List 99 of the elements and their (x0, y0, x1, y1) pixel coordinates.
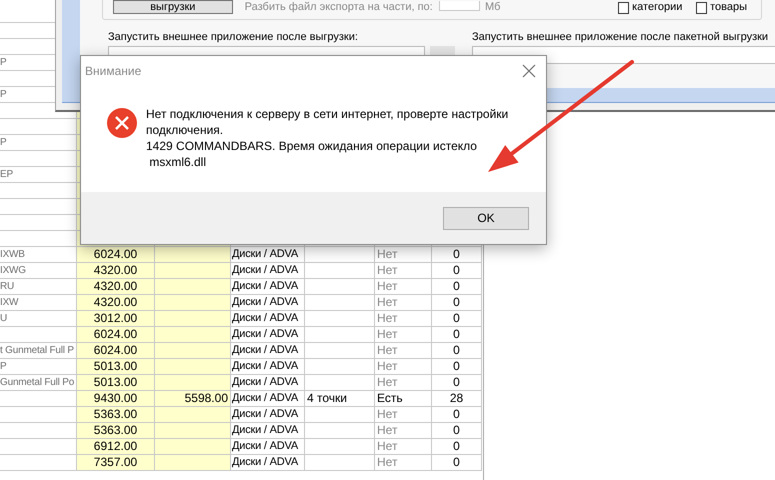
export-button[interactable]: выгрузки (113, 0, 233, 14)
table-cell: Диски / ADVA (231, 439, 305, 455)
table-cell: 0 (432, 327, 482, 343)
table-cell: 5598.00 (155, 391, 231, 407)
table-cell: 6024.00 (77, 247, 155, 263)
close-icon[interactable] (522, 64, 536, 78)
table-cell: Диски / ADVA (231, 263, 305, 279)
table-cell: 0 (432, 455, 482, 471)
table-cell: Диски / ADVA (231, 407, 305, 423)
table-cell (305, 327, 375, 343)
table-cell: 0 (432, 263, 482, 279)
table-cell: t Gunmetal Full P (0, 343, 77, 359)
table-cell: Диски / ADVA (231, 343, 305, 359)
table-cell: Нет (375, 359, 432, 375)
table-cell: IXWG (0, 263, 77, 279)
checkbox[interactable] (618, 2, 630, 14)
table-cell (305, 359, 375, 375)
table-cell: IXW (0, 295, 77, 311)
table-cell (305, 263, 375, 279)
checkbox-label: категории (632, 1, 682, 14)
error-message: подключения. (146, 122, 224, 138)
split-label: Разбить файл экспорта на части, по: (244, 1, 433, 14)
table-cell: 4320.00 (77, 279, 155, 295)
table-cell: Нет (375, 343, 432, 359)
field-label: Запустить внешнее приложение после пакетной выгрузки (472, 31, 768, 44)
table-cell: Нет (375, 327, 432, 343)
table-cell: 0 (432, 439, 482, 455)
table-cell: 6912.00 (77, 439, 155, 455)
table-cell: Нет (375, 455, 432, 471)
table-cell (305, 423, 375, 439)
table-cell: Нет (375, 263, 432, 279)
table-cell: Диски / ADVA (231, 375, 305, 391)
table-cell: Нет (375, 279, 432, 295)
error-message: 1429 COMMANDBARS. Время ожидания операции истекло (146, 138, 478, 154)
table-cell: Нет (375, 375, 432, 391)
table-cell: 6024.00 (77, 327, 155, 343)
error-icon (107, 108, 137, 138)
split-size-field[interactable] (438, 1, 480, 11)
table-cell: 7357.00 (77, 455, 155, 471)
table-cell: 0 (432, 407, 482, 423)
table-cell: 4320.00 (77, 263, 155, 279)
table-cell: Диски / ADVA (231, 423, 305, 439)
dialog-title: Внимание (85, 64, 142, 78)
table-cell: Диски / ADVA (231, 295, 305, 311)
table-cell (305, 375, 375, 391)
table-cell: 5013.00 (77, 375, 155, 391)
table-cell: 0 (432, 375, 482, 391)
table-cell (305, 343, 375, 359)
table-cell: 0 (432, 343, 482, 359)
table-cell: 4320.00 (77, 295, 155, 311)
checkbox-label: товары (710, 1, 748, 14)
table-cell: Есть (375, 391, 432, 407)
table-cell: Диски / ADVA (231, 391, 305, 407)
table-cell: 0 (432, 311, 482, 327)
table-cell: 4 точки (305, 391, 375, 407)
table-cell: 0 (432, 295, 482, 311)
table-cell: 6024.00 (77, 343, 155, 359)
table-cell: Нет (375, 407, 432, 423)
table-cell: 3012.00 (77, 311, 155, 327)
table-cell: 5363.00 (77, 423, 155, 439)
table-cell: Gunmetal Full Po (0, 375, 77, 391)
table-cell: Диски / ADVA (231, 327, 305, 343)
table-cell: 28 (432, 391, 482, 407)
table-cell: Нет (375, 439, 432, 455)
table-cell: P (0, 359, 77, 375)
table-cell: 0 (432, 247, 482, 263)
table-cell (305, 455, 375, 471)
table-cell: 5013.00 (77, 359, 155, 375)
table-cell: Диски / ADVA (231, 311, 305, 327)
table-cell (305, 311, 375, 327)
table-cell: Нет (375, 247, 432, 263)
table-cell: 9430.00 (77, 391, 155, 407)
table-cell (305, 439, 375, 455)
table-cell: Диски / ADVA (231, 279, 305, 295)
table-cell: EP (0, 167, 77, 183)
unit-label: Мб (484, 1, 500, 14)
table-cell: 5363.00 (77, 407, 155, 423)
table-cell (305, 295, 375, 311)
table-cell: 0 (432, 279, 482, 295)
checkbox[interactable] (696, 2, 708, 14)
table-cell: Диски / ADVA (231, 359, 305, 375)
table-cell (305, 247, 375, 263)
table-cell: P (0, 135, 77, 151)
table-cell: Диски / ADVA (231, 247, 305, 263)
error-message: Нет подключения к серверу в сети интернет, проверте настройки (146, 106, 508, 122)
table-cell: U (0, 311, 77, 327)
table-cell: IXWB (0, 247, 77, 263)
table-cell (305, 279, 375, 295)
table-cell: 0 (432, 423, 482, 439)
table-cell: Нет (375, 423, 432, 439)
ok-button[interactable]: OK (443, 206, 529, 230)
table-cell: Диски / ADVA (231, 455, 305, 471)
table-cell: Нет (375, 295, 432, 311)
error-message: msxml6.dll (148, 154, 208, 170)
table-cell (305, 407, 375, 423)
table-cell: RU (0, 279, 77, 295)
field-label: Запустить внешнее приложение после выгрузки: (108, 31, 359, 44)
table-cell: Нет (375, 311, 432, 327)
table-cell: 0 (432, 359, 482, 375)
